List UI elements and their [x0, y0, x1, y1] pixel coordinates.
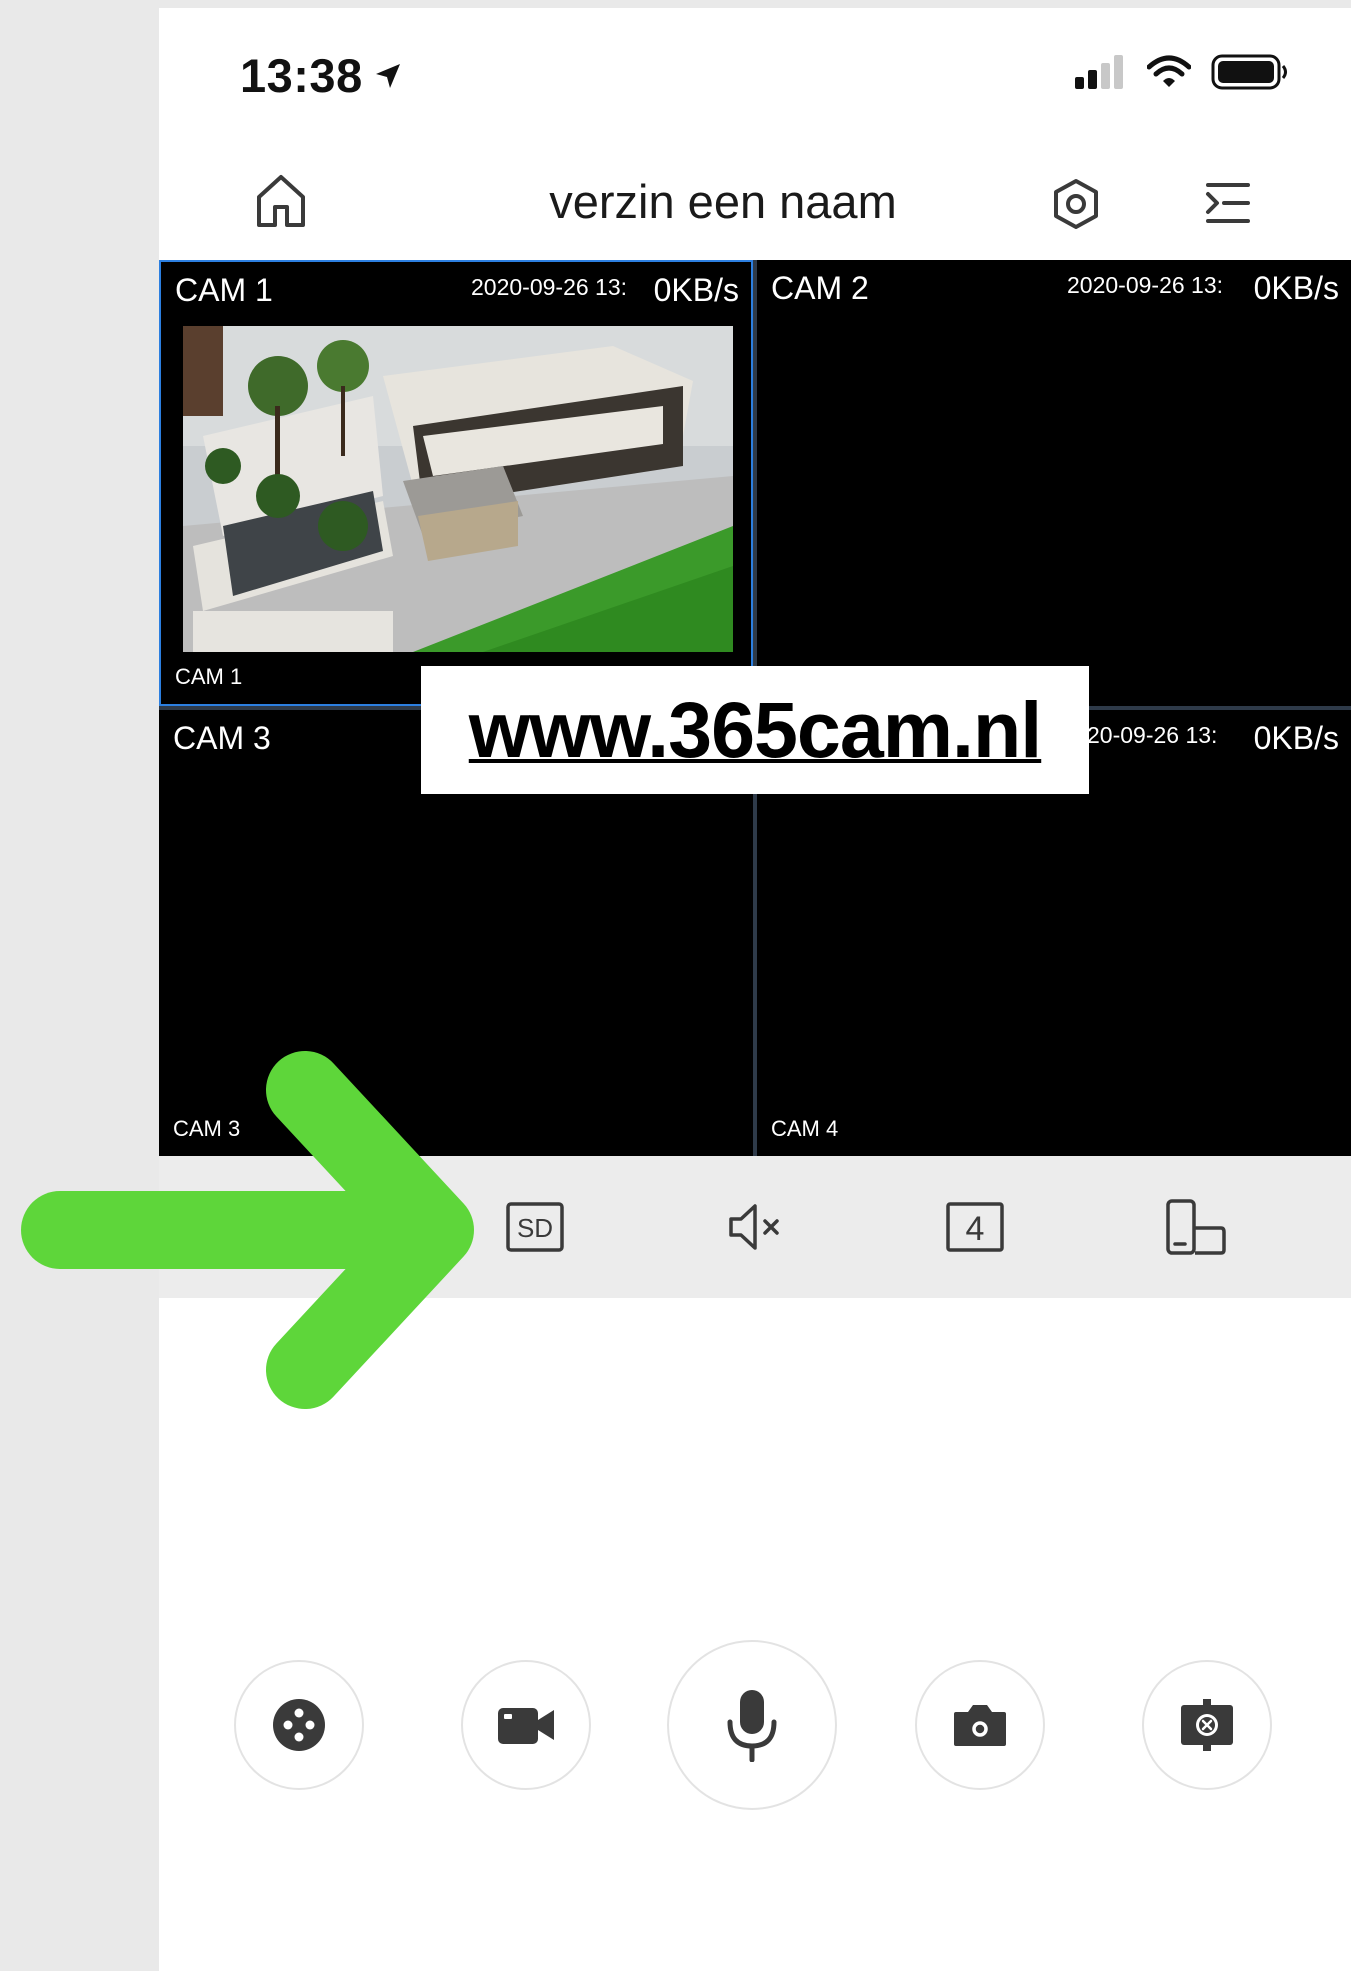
- watermark-text: www.365cam.nl: [468, 685, 1042, 774]
- camera-timestamp: 2020-09-26 13:: [471, 274, 628, 300]
- quality-button[interactable]: SD: [504, 1196, 566, 1258]
- snapshot-icon: [954, 1705, 1006, 1746]
- rotate-device-icon: [1166, 1199, 1226, 1255]
- mute-button[interactable]: [726, 1196, 788, 1258]
- quality-label: SD: [517, 1213, 553, 1243]
- split-4-icon: 4: [946, 1202, 1004, 1252]
- green-arrow-annotation: [21, 1051, 474, 1409]
- focus-icon: [1181, 1699, 1233, 1751]
- camera-footer-label: CAM 4: [771, 1116, 839, 1141]
- settings-icon: [1054, 179, 1098, 229]
- microphone-icon: [727, 1690, 777, 1762]
- ptz-icon: [273, 1699, 325, 1751]
- status-time: 13:38: [240, 48, 403, 103]
- menu-button[interactable]: [1204, 180, 1252, 226]
- microphone-button[interactable]: [667, 1640, 837, 1810]
- layout-label: 4: [966, 1210, 985, 1248]
- camera-timestamp: 20-09-26 13:: [1087, 722, 1218, 748]
- status-indicators: [1075, 54, 1289, 90]
- rotate-button[interactable]: [1165, 1196, 1227, 1258]
- record-button[interactable]: [461, 1660, 591, 1790]
- wifi-icon: [1147, 55, 1191, 87]
- camera-title: CAM 1: [175, 272, 273, 308]
- menu-icon: [1206, 183, 1250, 223]
- camera-bitrate: 0KB/s: [1253, 720, 1339, 756]
- snapshot-button[interactable]: [915, 1660, 1045, 1790]
- mute-icon: [729, 1204, 779, 1250]
- camera-feed-image: [183, 326, 733, 652]
- location-arrow-icon: [375, 63, 400, 88]
- sd-quality-icon: SD: [506, 1202, 564, 1252]
- ptz-button[interactable]: [234, 1660, 364, 1790]
- camera-bitrate: 0KB/s: [1253, 270, 1339, 306]
- record-icon: [498, 1708, 554, 1744]
- left-margin: [0, 0, 159, 1971]
- camera-bitrate: 0KB/s: [653, 272, 739, 308]
- camera-title: CAM 2: [771, 270, 869, 306]
- camera-timestamp: 2020-09-26 13:: [1067, 272, 1224, 298]
- battery-icon: [1211, 54, 1287, 90]
- settings-button[interactable]: [1052, 178, 1100, 230]
- app-screen: 13:38 verzin een naam CAM 1 2020-09-26 1…: [159, 8, 1351, 1971]
- camera-tile-2[interactable]: CAM 2 2020-09-26 13: 0KB/s: [757, 260, 1351, 706]
- camera-tile-1[interactable]: CAM 1 2020-09-26 13: 0KB/s CAM 1: [159, 260, 753, 706]
- focus-button[interactable]: [1142, 1660, 1272, 1790]
- camera-title: CAM 3: [173, 720, 271, 756]
- signal-icon: [1075, 55, 1123, 89]
- camera-footer-label: CAM 1: [175, 664, 243, 689]
- page-title: verzin een naam: [549, 175, 897, 228]
- status-time-text: 13:38: [240, 49, 363, 102]
- watermark-banner: www.365cam.nl: [421, 666, 1089, 794]
- split-layout-button[interactable]: 4: [944, 1196, 1006, 1258]
